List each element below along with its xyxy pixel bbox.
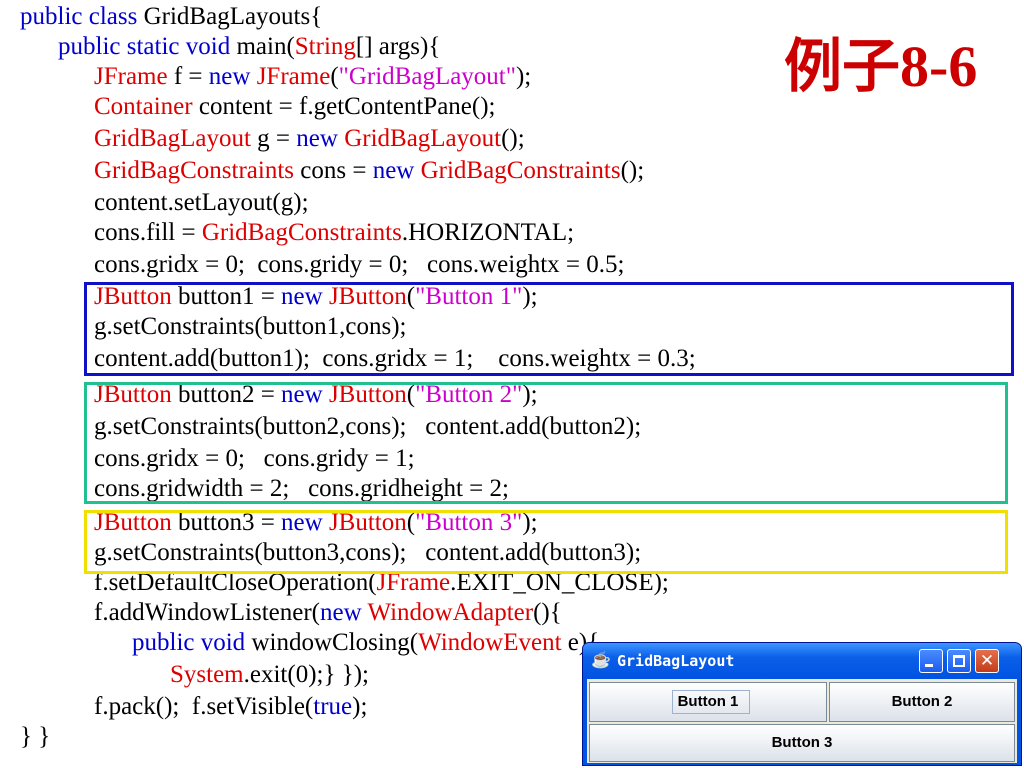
code-token: .exit(0);} }); bbox=[243, 661, 369, 688]
code-token: new bbox=[208, 63, 257, 90]
code-token: String bbox=[294, 33, 356, 60]
code-token: f.addWindowListener( bbox=[94, 599, 321, 626]
code-token: GridBagLayouts{ bbox=[143, 3, 323, 30]
code-token: (){ bbox=[533, 599, 562, 626]
code-token: (); bbox=[620, 157, 645, 184]
code-line: content.setLayout(g); bbox=[94, 188, 309, 218]
code-token: GridBagConstraints bbox=[420, 157, 621, 184]
code-token: g = bbox=[250, 125, 297, 152]
code-token: new bbox=[320, 599, 368, 626]
minimize-icon bbox=[925, 664, 933, 667]
code-token: JFrame bbox=[94, 63, 168, 90]
slide-title: 例子8-6 bbox=[784, 34, 978, 99]
button-2[interactable]: Button 2 bbox=[829, 682, 1015, 722]
code-token: GridBagLayout bbox=[344, 125, 502, 152]
code-token: "GridBagLayout" bbox=[338, 63, 516, 90]
maximize-icon bbox=[953, 655, 965, 667]
code-token: JFrame bbox=[256, 63, 331, 90]
button-1-label: Button 1 bbox=[677, 693, 739, 710]
code-token: GridBagLayout bbox=[94, 125, 251, 152]
code-line: f.pack(); f.setVisible(true); bbox=[94, 692, 367, 722]
code-line: System.exit(0);} }); bbox=[170, 660, 369, 690]
code-token: .HORIZONTAL; bbox=[401, 219, 575, 246]
code-line: cons.fill = GridBagConstraints.HORIZONTA… bbox=[94, 218, 574, 248]
button-3[interactable]: Button 3 bbox=[589, 724, 1015, 762]
code-token: new bbox=[296, 125, 345, 152]
minimize-button[interactable] bbox=[919, 649, 943, 673]
code-token: GridBagConstraints bbox=[201, 219, 402, 246]
window-titlebar[interactable]: ☕ GridBagLayout ✕ bbox=[583, 643, 1021, 679]
close-button[interactable]: ✕ bbox=[975, 649, 999, 673]
highlight-box-button2 bbox=[84, 382, 1008, 504]
code-token: Container bbox=[94, 93, 193, 120]
code-token: content.setLayout(g); bbox=[94, 189, 309, 216]
button-1[interactable]: Button 1 bbox=[589, 682, 827, 722]
highlight-box-button1 bbox=[84, 282, 1014, 376]
code-line: f.addWindowListener(new WindowAdapter(){ bbox=[94, 598, 562, 628]
code-line: public class GridBagLayouts{ bbox=[20, 2, 322, 32]
highlight-box-button3 bbox=[84, 510, 1008, 574]
code-token: f.pack(); f.setVisible( bbox=[94, 693, 314, 720]
code-line: GridBagConstraints cons = new GridBagCon… bbox=[94, 156, 644, 186]
code-token: cons = bbox=[294, 157, 373, 184]
code-line: } } bbox=[20, 722, 50, 752]
code-line: GridBagLayout g = new GridBagLayout(); bbox=[94, 124, 525, 154]
code-token: ); bbox=[352, 693, 368, 720]
code-line: cons.gridx = 0; cons.gridy = 0; cons.wei… bbox=[94, 250, 624, 280]
code-token: WindowAdapter bbox=[367, 599, 534, 626]
code-token: GridBagConstraints bbox=[94, 157, 294, 184]
java-cup-icon: ☕ bbox=[591, 652, 611, 669]
code-token: new bbox=[372, 157, 421, 184]
code-token: cons.gridx = 0; cons.gridy = 0; cons.wei… bbox=[94, 251, 625, 278]
code-token: } } bbox=[20, 723, 51, 750]
code-token: WindowEvent bbox=[418, 629, 562, 656]
window-title: GridBagLayout bbox=[617, 652, 735, 670]
button-2-label: Button 2 bbox=[891, 693, 953, 710]
code-token: public static void bbox=[58, 33, 237, 60]
code-token: f = bbox=[167, 63, 209, 90]
code-token: System bbox=[170, 661, 244, 688]
code-token: ( bbox=[330, 63, 339, 90]
code-token: [] args){ bbox=[355, 33, 441, 60]
code-token: main( bbox=[236, 33, 295, 60]
code-token: true bbox=[313, 693, 353, 720]
code-token: cons.fill = bbox=[94, 219, 202, 246]
code-token: public class bbox=[20, 3, 144, 30]
code-token: windowClosing( bbox=[251, 629, 419, 656]
button-3-label: Button 3 bbox=[771, 734, 833, 751]
window-content-pane: Button 1 Button 2 Button 3 bbox=[587, 679, 1017, 763]
close-icon: ✕ bbox=[979, 651, 995, 671]
code-line: public static void main(String[] args){ bbox=[58, 32, 440, 62]
code-line: JFrame f = new JFrame("GridBagLayout"); bbox=[94, 62, 531, 92]
code-token: (); bbox=[501, 125, 525, 152]
code-token: content = f.getContentPane(); bbox=[192, 93, 496, 120]
code-token: ); bbox=[515, 63, 532, 90]
code-line: Container content = f.getContentPane(); bbox=[94, 92, 496, 122]
maximize-button[interactable] bbox=[947, 649, 971, 673]
code-token: public void bbox=[132, 629, 252, 656]
gridbaglayout-window: ☕ GridBagLayout ✕ Button 1 Button 2 Butt… bbox=[582, 642, 1022, 766]
code-line: public void windowClosing(WindowEvent e)… bbox=[132, 628, 599, 658]
